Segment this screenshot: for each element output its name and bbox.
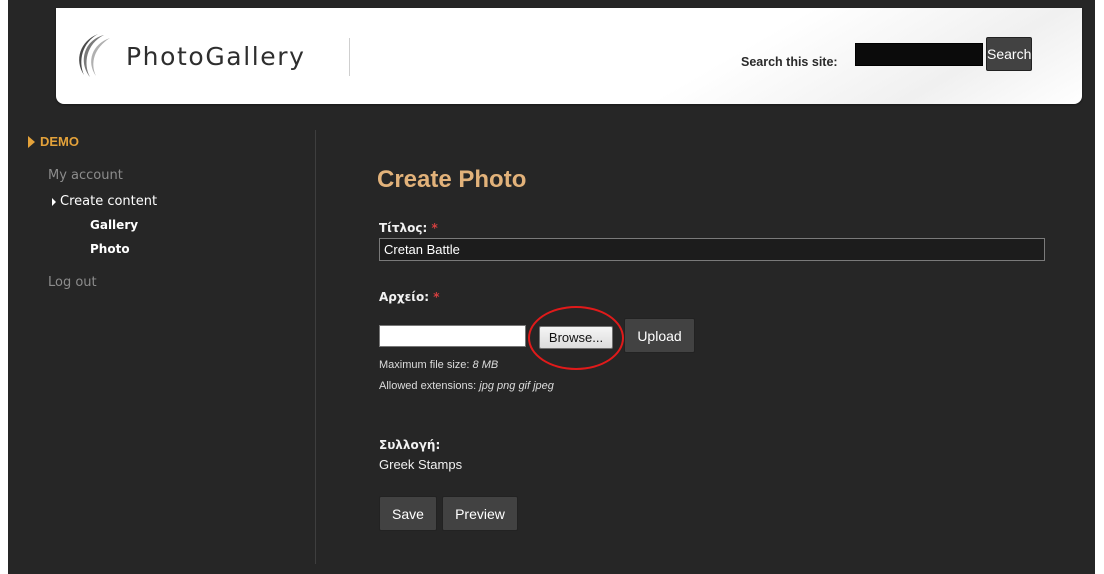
search-button[interactable]: Search [986, 37, 1032, 71]
sidebar-divider [315, 130, 316, 564]
sidebar-item-label: Create content [60, 194, 158, 209]
triangle-right-icon [28, 136, 35, 148]
title-field-label: Τίτλος: * [379, 221, 438, 235]
page: PhotoGallery Search this site: Search DE… [8, 0, 1095, 574]
save-button[interactable]: Save [379, 496, 437, 531]
title-input[interactable] [379, 238, 1045, 261]
extensions-label: Allowed extensions: [379, 380, 477, 392]
required-marker: * [431, 221, 438, 235]
section-title-text: DEMO [40, 134, 79, 149]
preview-button[interactable]: Preview [442, 496, 518, 531]
highlight-annotation-circle [528, 306, 624, 370]
site-header: PhotoGallery Search this site: Search [56, 8, 1082, 104]
logo-divider [349, 38, 350, 76]
allowed-extensions-hint: Allowed extensions: jpg png gif jpeg [379, 380, 554, 392]
sidebar-item-photo[interactable]: Photo [90, 242, 130, 256]
required-marker: * [433, 290, 440, 304]
max-size-label: Maximum file size: [379, 359, 470, 371]
max-file-size-hint: Maximum file size: 8 MB [379, 359, 498, 371]
collection-label: Συλλογή: [379, 438, 441, 452]
caret-right-icon [52, 198, 56, 206]
file-field-label: Αρχείο: * [379, 290, 439, 304]
upload-button[interactable]: Upload [624, 318, 695, 353]
site-name[interactable]: PhotoGallery [126, 42, 306, 71]
sidebar-item-gallery[interactable]: Gallery [90, 218, 138, 232]
search-label: Search this site: [741, 55, 838, 69]
title-label-text: Τίτλος: [379, 221, 428, 235]
sidebar-item-my-account[interactable]: My account [48, 168, 123, 183]
file-label-text: Αρχείο: [379, 290, 430, 304]
collection-value: Greek Stamps [379, 457, 463, 472]
sidebar-section-title: DEMO [28, 134, 79, 149]
extensions-value: jpg png gif jpeg [479, 380, 554, 392]
sidebar-item-log-out[interactable]: Log out [48, 275, 97, 290]
search-input[interactable] [855, 43, 983, 66]
max-size-value: 8 MB [472, 359, 499, 371]
page-title: Create Photo [377, 166, 527, 193]
file-path-input[interactable] [379, 325, 526, 347]
crescent-swoosh-icon [79, 34, 110, 77]
sidebar-item-create-content[interactable]: Create content [52, 194, 158, 209]
